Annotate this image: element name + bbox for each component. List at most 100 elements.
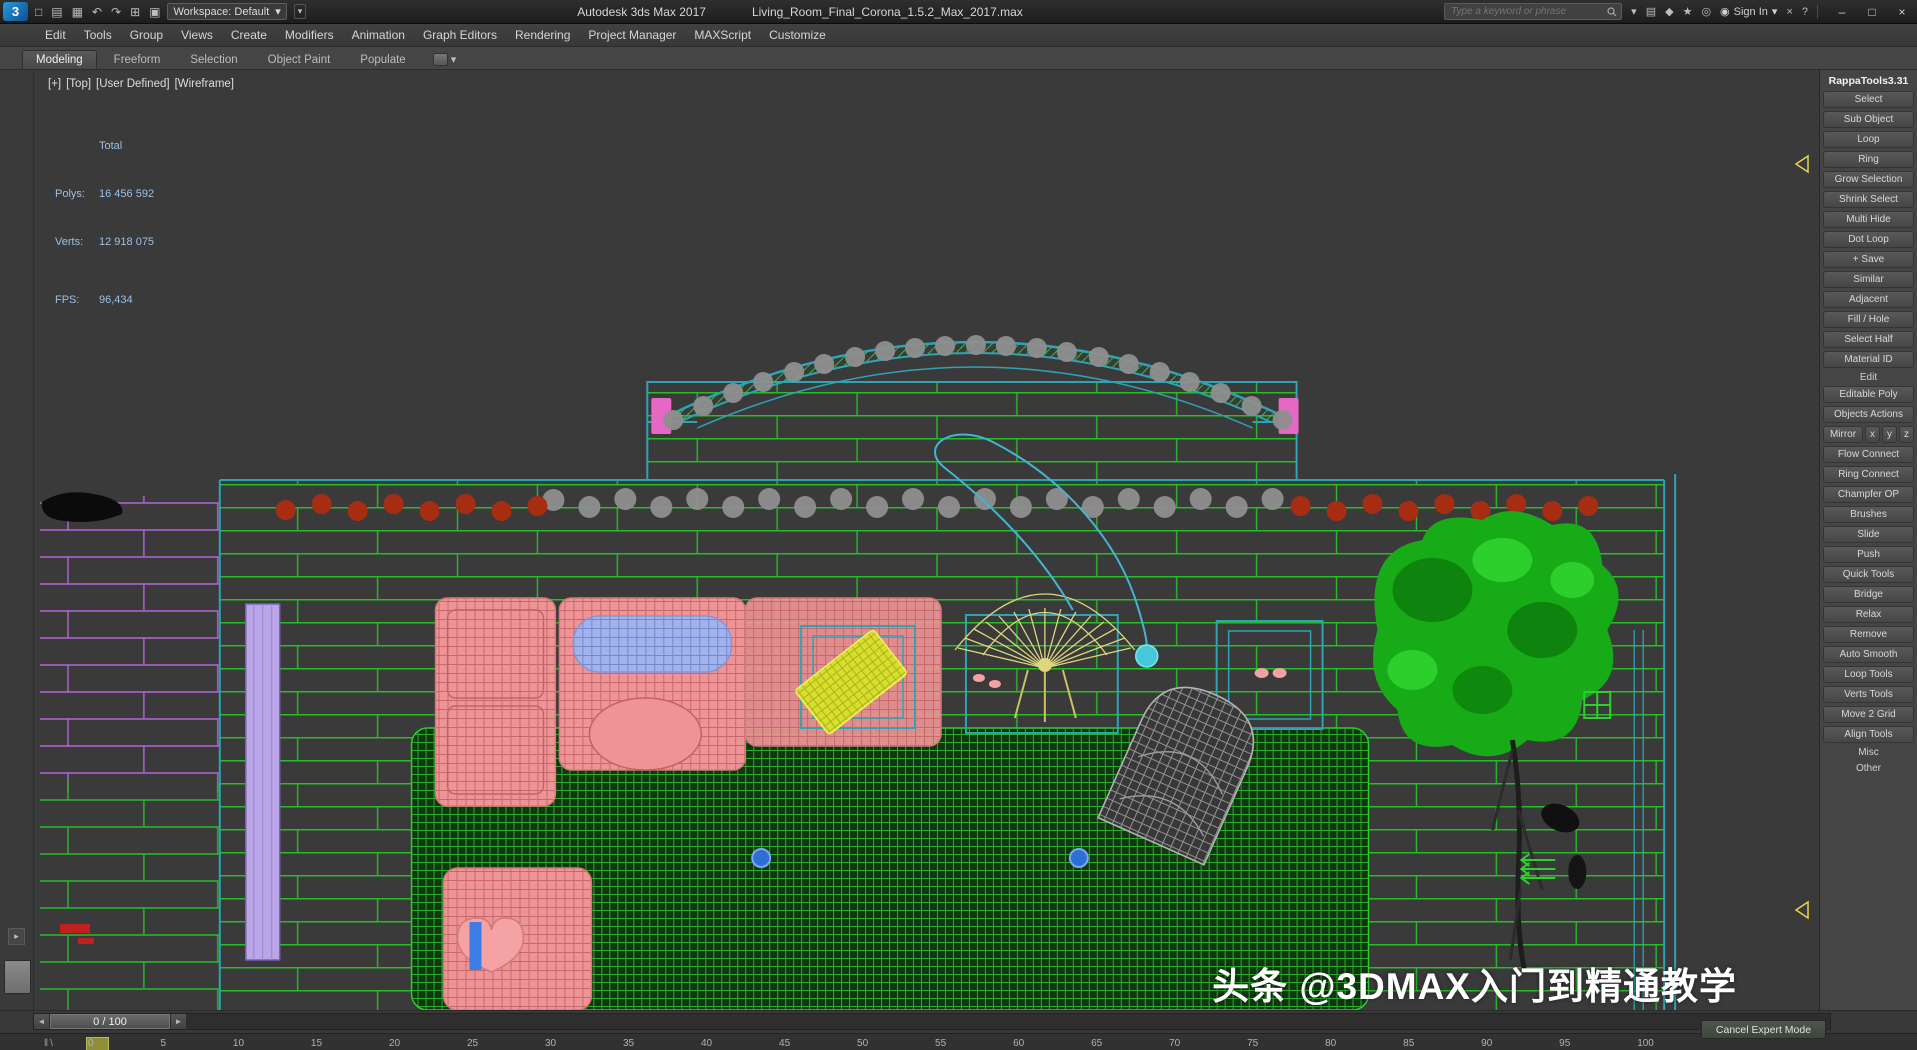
- community-icon[interactable]: ▤: [1646, 5, 1656, 18]
- menu-views[interactable]: Views: [172, 28, 222, 42]
- rt-mirror-z-button[interactable]: z: [1899, 426, 1914, 443]
- search-icon[interactable]: [1607, 7, 1617, 17]
- rt-loop-button[interactable]: Loop: [1823, 131, 1914, 148]
- 3dsmax-logo-icon[interactable]: 3: [3, 2, 28, 21]
- scene-blue-object[interactable]: [470, 922, 482, 970]
- menu-create[interactable]: Create: [222, 28, 276, 42]
- viewport-menu-shading[interactable]: [User Defined]: [96, 78, 170, 90]
- sign-in-dropdown-icon[interactable]: ▾: [1772, 5, 1778, 18]
- rt-save-button[interactable]: + Save: [1823, 251, 1914, 268]
- tab-modeling[interactable]: Modeling: [22, 50, 97, 69]
- tab-populate[interactable]: Populate: [347, 51, 418, 69]
- minimize-button[interactable]: –: [1827, 0, 1857, 23]
- rt-select-half-button[interactable]: Select Half: [1823, 331, 1914, 348]
- rt-ring-connect-button[interactable]: Ring Connect: [1823, 466, 1914, 483]
- rt-mirror-y-button[interactable]: y: [1882, 426, 1897, 443]
- rt-mirror-button[interactable]: Mirror: [1823, 426, 1863, 443]
- menu-customize[interactable]: Customize: [760, 28, 835, 42]
- scene-rug-dot[interactable]: [1070, 849, 1088, 867]
- rt-mirror-x-button[interactable]: x: [1865, 426, 1880, 443]
- rt-multi-hide-button[interactable]: Multi Hide: [1823, 211, 1914, 228]
- workspace-dropdown-icon[interactable]: ▾: [275, 5, 281, 18]
- rt-flow-connect-button[interactable]: Flow Connect: [1823, 446, 1914, 463]
- diamond-icon[interactable]: ◆: [1665, 5, 1673, 18]
- scene-rug-dot[interactable]: [752, 849, 770, 867]
- rt-material-id-button[interactable]: Material ID: [1823, 351, 1914, 368]
- workspace-selector[interactable]: Workspace: Default ▾: [167, 3, 286, 20]
- new-scene-icon[interactable]: □: [35, 5, 42, 19]
- search-dropdown-icon[interactable]: ▾: [1631, 5, 1637, 18]
- scene-sofa-left[interactable]: [436, 598, 556, 806]
- rt-relax-button[interactable]: Relax: [1823, 606, 1914, 623]
- rt-adjacent-button[interactable]: Adjacent: [1823, 291, 1914, 308]
- search-box[interactable]: [1444, 3, 1622, 20]
- viewport-canvas[interactable]: [34, 70, 1819, 1010]
- menu-project-manager[interactable]: Project Manager: [579, 28, 685, 42]
- target-icon[interactable]: ◎: [1701, 5, 1711, 18]
- previous-frame-button[interactable]: ◄: [34, 1014, 50, 1029]
- rt-champfer-op-button[interactable]: Champfer OP: [1823, 486, 1914, 503]
- viewport-menu-style[interactable]: [Wireframe]: [175, 78, 234, 90]
- favorites-icon[interactable]: ★: [1683, 5, 1693, 18]
- maximize-button[interactable]: □: [1857, 0, 1887, 23]
- time-slider-track[interactable]: ◄ 0 / 100 ►: [33, 1013, 1831, 1030]
- selection-mode-icon[interactable]: ▣: [149, 5, 160, 19]
- ribbon-display-control[interactable]: ▾: [433, 53, 457, 69]
- rt-push-button[interactable]: Push: [1823, 546, 1914, 563]
- track-bar[interactable]: ‖\ 0 5 10 15 20 25 30 35 40 45 50 55 60 …: [0, 1033, 1917, 1050]
- menu-group[interactable]: Group: [121, 28, 172, 42]
- save-file-icon[interactable]: ▦: [72, 5, 83, 19]
- rt-quick-tools-button[interactable]: Quick Tools: [1823, 566, 1914, 583]
- rt-grow-selection-button[interactable]: Grow Selection: [1823, 171, 1914, 188]
- rt-sub-object-button[interactable]: Sub Object: [1823, 111, 1914, 128]
- redo-icon[interactable]: ↷: [111, 5, 121, 19]
- rt-objects-actions-button[interactable]: Objects Actions: [1823, 406, 1914, 423]
- fetch-icon[interactable]: ⊞: [130, 5, 140, 19]
- tab-selection[interactable]: Selection: [177, 51, 250, 69]
- scene-sofa-bottom[interactable]: [444, 868, 592, 1010]
- time-slider-handle[interactable]: 0 / 100: [50, 1014, 170, 1029]
- rt-slide-button[interactable]: Slide: [1823, 526, 1914, 543]
- panel-collapse-arrow-icon[interactable]: [1796, 156, 1808, 172]
- rt-shrink-select-button[interactable]: Shrink Select: [1823, 191, 1914, 208]
- rt-auto-smooth-button[interactable]: Auto Smooth: [1823, 646, 1914, 663]
- viewport-menu-pov[interactable]: [Top]: [66, 78, 91, 90]
- rt-ring-button[interactable]: Ring: [1823, 151, 1914, 168]
- panel-collapse-arrow-icon[interactable]: [1796, 902, 1808, 918]
- toolbar-dropdown-icon[interactable]: ▾: [294, 4, 307, 19]
- search-input[interactable]: [1449, 5, 1603, 18]
- scene-cabinet[interactable]: [246, 604, 280, 960]
- menu-maxscript[interactable]: MAXScript: [685, 28, 760, 42]
- rt-similar-button[interactable]: Similar: [1823, 271, 1914, 288]
- menu-edit[interactable]: Edit: [36, 28, 75, 42]
- menu-tools[interactable]: Tools: [75, 28, 121, 42]
- viewport-top[interactable]: [+] [Top] [User Defined] [Wireframe] Tot…: [34, 70, 1819, 1010]
- scene-ball[interactable]: [1136, 645, 1158, 667]
- menu-graph-editors[interactable]: Graph Editors: [414, 28, 506, 42]
- undo-icon[interactable]: ↶: [92, 5, 102, 19]
- tab-object-paint[interactable]: Object Paint: [255, 51, 344, 69]
- mini-swatch[interactable]: [4, 960, 31, 994]
- rt-brushes-button[interactable]: Brushes: [1823, 506, 1914, 523]
- viewport-menu-general[interactable]: [+]: [48, 78, 61, 90]
- rt-bridge-button[interactable]: Bridge: [1823, 586, 1914, 603]
- rt-loop-tools-button[interactable]: Loop Tools: [1823, 666, 1914, 683]
- ribbon-dropdown-icon[interactable]: ▾: [451, 53, 457, 66]
- scene-sofa-middle[interactable]: [559, 598, 745, 770]
- rt-editable-poly-button[interactable]: Editable Poly: [1823, 386, 1914, 403]
- menu-animation[interactable]: Animation: [343, 28, 414, 42]
- tab-freeform[interactable]: Freeform: [101, 51, 174, 69]
- menu-rendering[interactable]: Rendering: [506, 28, 579, 42]
- rt-move-2-grid-button[interactable]: Move 2 Grid: [1823, 706, 1914, 723]
- next-frame-button[interactable]: ►: [170, 1014, 186, 1029]
- close-button[interactable]: ×: [1887, 0, 1917, 23]
- trackbar-mode-icon[interactable]: ‖\: [44, 1038, 55, 1049]
- rt-fill-hole-button[interactable]: Fill / Hole: [1823, 311, 1914, 328]
- rt-select-button[interactable]: Select: [1823, 91, 1914, 108]
- help-icon[interactable]: ?: [1802, 6, 1808, 18]
- expand-panel-icon[interactable]: ▸: [8, 928, 25, 945]
- open-file-icon[interactable]: ▤: [51, 5, 62, 19]
- rt-dot-loop-button[interactable]: Dot Loop: [1823, 231, 1914, 248]
- autodesk-exchange-icon[interactable]: ×: [1786, 6, 1792, 18]
- rt-align-tools-button[interactable]: Align Tools: [1823, 726, 1914, 743]
